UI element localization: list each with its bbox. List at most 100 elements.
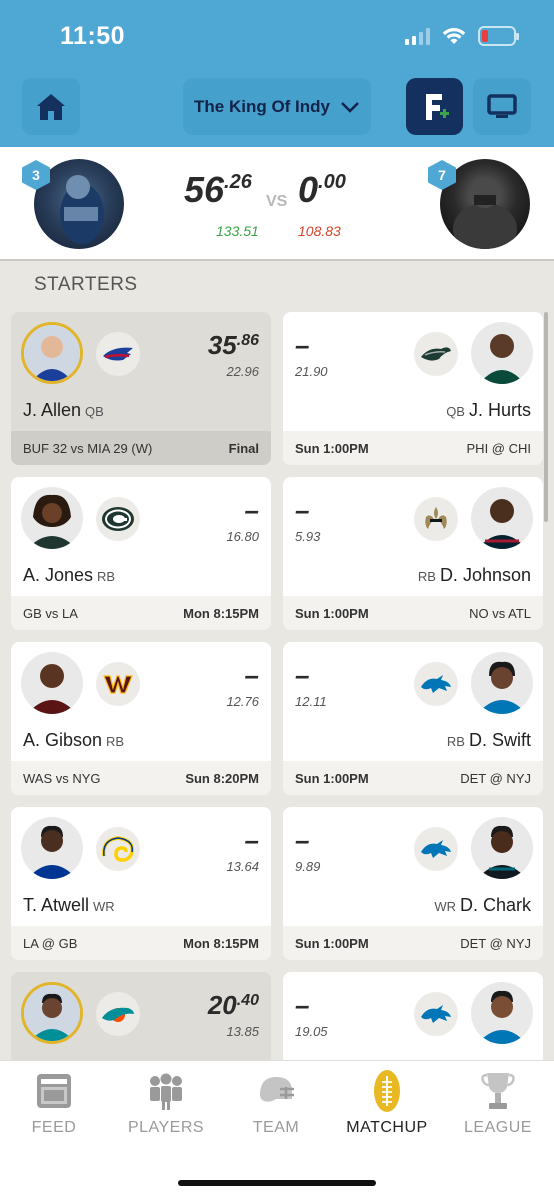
game-matchup: DET @ NYJ xyxy=(460,770,531,786)
player-points: – xyxy=(295,660,310,690)
player-projection: 21.90 xyxy=(295,364,328,379)
player-avatar xyxy=(21,817,83,879)
player-card-right[interactable]: – 12.11 RB D. Swift Sun 1:00PM DET @ NYJ xyxy=(283,642,543,795)
player-card-left[interactable]: 35.86 22.96 J. Allen QB BUF 32 vs MIA 29 … xyxy=(11,312,271,465)
rams-logo-icon xyxy=(96,827,140,871)
game-matchup: WAS vs NYG xyxy=(23,770,101,786)
helmet-icon xyxy=(256,1069,296,1113)
tab-players[interactable]: PLAYERS xyxy=(116,1069,216,1137)
vs-label: VS xyxy=(266,193,288,210)
player-projection: 5.93 xyxy=(295,529,321,544)
game-matchup: GB vs LA xyxy=(23,605,78,621)
status-time: 11:50 xyxy=(60,22,126,50)
player-name-row: T. Atwell WR xyxy=(23,895,119,916)
player-card-right[interactable]: – 5.93 RB D. Johnson Sun 1:00PM NO vs ATL xyxy=(283,477,543,630)
game-matchup: NO vs ATL xyxy=(469,605,531,621)
tab-label: MATCHUP xyxy=(346,1119,428,1136)
player-name: J. Allen xyxy=(23,400,82,420)
tv-icon xyxy=(487,93,517,118)
game-info: Sun 1:00PM DET @ NYJ xyxy=(283,926,543,960)
left-team-score: 56.26 xyxy=(184,169,252,210)
player-name-row: RB D. Swift xyxy=(443,730,531,751)
player-name-row: A. Gibson RB xyxy=(23,730,128,751)
game-status: Final xyxy=(228,440,259,456)
player-name: J. Hurts xyxy=(468,400,531,420)
player-avatar xyxy=(21,487,83,549)
player-card-right[interactable]: – 9.89 WR D. Chark Sun 1:00PM DET @ NYJ xyxy=(283,807,543,960)
league-name: The King Of Indy xyxy=(194,96,330,116)
player-projection: 16.80 xyxy=(226,529,259,544)
matchup-scoreboard: 3 56.26 VS 0.00 133.51 108.83 7 xyxy=(0,147,554,261)
tab-league[interactable]: LEAGUE xyxy=(448,1069,548,1137)
tv-button[interactable] xyxy=(473,78,531,135)
tab-matchup[interactable]: MATCHUP xyxy=(337,1069,437,1137)
right-team-projected: 108.83 xyxy=(298,223,341,239)
player-projection: 12.76 xyxy=(226,694,259,709)
player-points: 35.86 xyxy=(207,330,259,360)
dolphins-logo-icon xyxy=(96,992,140,1036)
player-position: WR xyxy=(93,899,115,914)
scrollbar[interactable] xyxy=(544,312,548,522)
player-avatar xyxy=(21,982,83,1044)
player-projection: 9.89 xyxy=(295,859,321,874)
home-button[interactable] xyxy=(22,78,80,135)
player-points: – xyxy=(295,495,310,525)
lions-logo-icon xyxy=(414,827,458,871)
battery-icon xyxy=(478,26,519,46)
tab-team[interactable]: TEAM xyxy=(226,1069,326,1137)
player-card-right[interactable]: – 21.90 QB J. Hurts Sun 1:00PM PHI @ CHI xyxy=(283,312,543,465)
player-name-row: WR D. Chark xyxy=(430,895,531,916)
trophy-icon xyxy=(478,1069,518,1113)
lions-logo-icon xyxy=(414,992,458,1036)
packers-logo-icon xyxy=(96,497,140,541)
player-avatar xyxy=(471,487,533,549)
player-name-row: J. Allen QB xyxy=(23,400,108,421)
player-points: – xyxy=(244,495,259,525)
players-icon xyxy=(146,1069,186,1113)
right-team-score: 0.00 xyxy=(298,169,346,210)
game-matchup: LA @ GB xyxy=(23,935,78,951)
game-status: Sun 1:00PM xyxy=(295,440,369,456)
player-avatar xyxy=(21,652,83,714)
feed-icon xyxy=(34,1069,74,1113)
player-avatar xyxy=(471,982,533,1044)
league-selector[interactable]: The King Of Indy xyxy=(183,78,371,135)
app-header: 11:50 The King Of Indy xyxy=(0,0,554,147)
game-status: Sun 1:00PM xyxy=(295,935,369,951)
saints-logo-icon xyxy=(414,497,458,541)
game-matchup: DET @ NYJ xyxy=(460,935,531,951)
player-points: – xyxy=(295,825,310,855)
player-card-left[interactable]: – 16.80 A. Jones RB GB vs LA Mon 8:15PM xyxy=(11,477,271,630)
home-icon xyxy=(37,93,65,120)
player-points: – xyxy=(244,660,259,690)
player-name-row: QB J. Hurts xyxy=(442,400,531,421)
player-name: D. Swift xyxy=(468,730,531,750)
game-status: Mon 8:15PM xyxy=(183,935,259,951)
player-position: RB xyxy=(446,734,465,749)
player-avatar xyxy=(21,322,83,384)
player-projection: 13.85 xyxy=(226,1024,259,1039)
game-info: LA @ GB Mon 8:15PM xyxy=(11,926,271,960)
chevron-down-icon xyxy=(341,101,359,113)
tab-feed[interactable]: FEED xyxy=(4,1069,104,1137)
player-card-left[interactable]: – 12.76 A. Gibson RB WAS vs NYG Sun 8:20PM xyxy=(11,642,271,795)
eagles-logo-icon xyxy=(414,332,458,376)
tab-label: PLAYERS xyxy=(127,1119,205,1136)
player-avatar xyxy=(471,322,533,384)
bottom-tab-bar: FEED PLAYERS TEAM MATCHUP LEAGUE xyxy=(0,1060,554,1200)
player-projection: 19.05 xyxy=(295,1024,328,1039)
game-info: WAS vs NYG Sun 8:20PM xyxy=(11,761,271,795)
fantasy-plus-button[interactable] xyxy=(406,78,463,135)
player-points: – xyxy=(244,825,259,855)
player-position: WR xyxy=(434,899,456,914)
player-avatar xyxy=(471,817,533,879)
game-status: Sun 1:00PM xyxy=(295,770,369,786)
player-points: – xyxy=(295,990,310,1020)
bills-logo-icon xyxy=(96,332,140,376)
player-position: QB xyxy=(446,404,465,419)
player-name-row: A. Jones RB xyxy=(23,565,119,586)
home-indicator[interactable] xyxy=(178,1180,376,1186)
left-team-projected: 133.51 xyxy=(216,223,259,239)
player-card-left[interactable]: – 13.64 T. Atwell WR LA @ GB Mon 8:15PM xyxy=(11,807,271,960)
player-name: D. Johnson xyxy=(439,565,531,585)
